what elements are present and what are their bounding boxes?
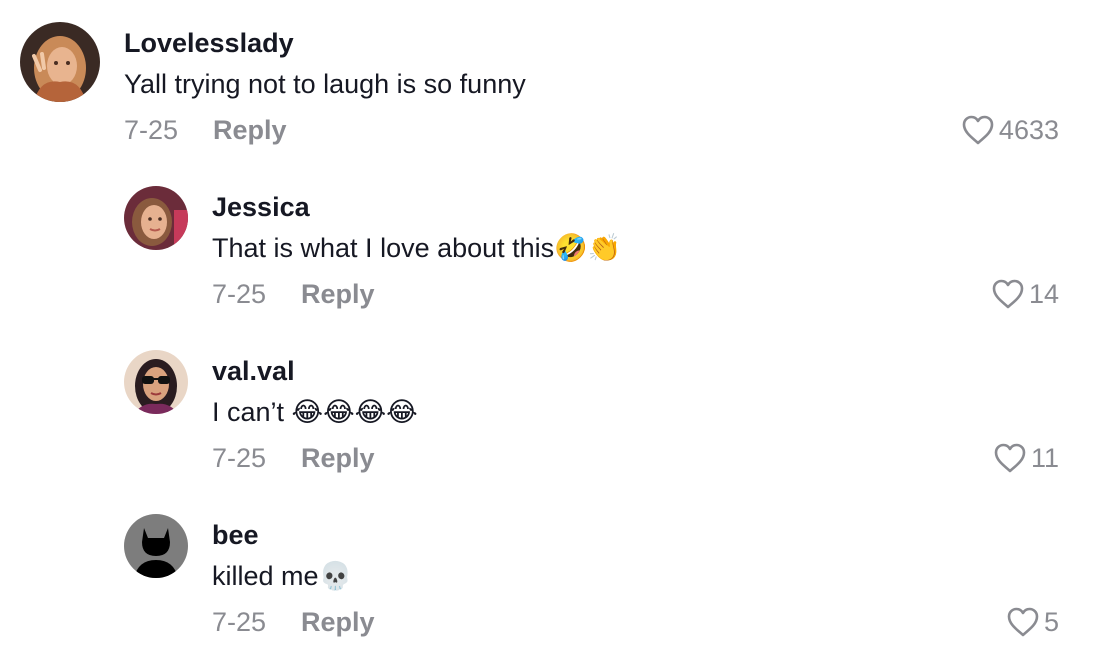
reply-button[interactable]: Reply	[301, 442, 375, 474]
comment-username[interactable]: Lovelesslady	[124, 27, 294, 59]
comment-item: Lovelesslady Yall trying not to laugh is…	[0, 0, 1102, 165]
like-count: 14	[1028, 279, 1059, 309]
reply-button[interactable]: Reply	[301, 278, 375, 310]
comment-text: killed me💀	[212, 561, 353, 591]
like-count: 4633	[998, 115, 1059, 145]
comment-date: 7-25	[212, 607, 267, 637]
like-button[interactable]: 4633	[961, 113, 1059, 147]
like-button[interactable]: 11	[993, 441, 1059, 475]
comment-text: I can’t 😂😂😂😂	[212, 397, 418, 427]
comment-username[interactable]: bee	[212, 519, 259, 551]
comment-username[interactable]: val.val	[212, 355, 295, 387]
like-count: 5	[1043, 607, 1059, 637]
reply-button[interactable]: Reply	[213, 114, 287, 146]
heart-outline-icon	[993, 442, 1027, 474]
comment-date: 7-25	[212, 279, 267, 309]
comment-username[interactable]: Jessica	[212, 191, 310, 223]
avatar[interactable]	[124, 514, 188, 578]
like-button[interactable]: 5	[1006, 605, 1059, 639]
reply-item: Jessica That is what I love about this🤣👏…	[0, 165, 1102, 329]
heart-outline-icon	[961, 114, 995, 146]
reply-button[interactable]: Reply	[301, 606, 375, 638]
comment-text: Yall trying not to laugh is so funny	[124, 69, 526, 99]
avatar[interactable]	[124, 186, 188, 250]
comment-date: 7-25	[212, 443, 267, 473]
comment-date: 7-25	[124, 115, 179, 145]
like-count: 11	[1030, 443, 1059, 473]
like-button[interactable]: 14	[991, 277, 1059, 311]
comment-text: That is what I love about this🤣👏	[212, 233, 622, 263]
reply-item: bee killed me💀 7-25 Reply 5	[0, 493, 1102, 652]
avatar[interactable]	[20, 22, 100, 102]
heart-outline-icon	[991, 278, 1025, 310]
heart-outline-icon	[1006, 606, 1040, 638]
reply-item: val.val I can’t 😂😂😂😂 7-25 Reply 11	[0, 329, 1102, 493]
avatar[interactable]	[124, 350, 188, 414]
